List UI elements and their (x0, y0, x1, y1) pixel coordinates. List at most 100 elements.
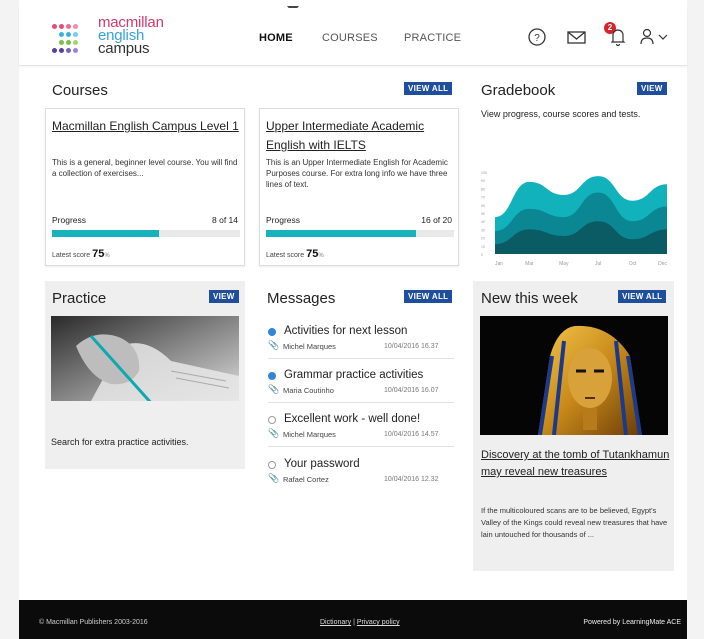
progress-bar (52, 230, 240, 237)
divider (268, 446, 454, 447)
gradebook-view-button[interactable]: VIEW (637, 82, 667, 95)
y-tick-label: 90 (481, 179, 485, 183)
y-tick-label: 40 (481, 220, 485, 224)
x-tick-label: Oct (629, 261, 637, 267)
news-headline[interactable]: Discovery at the tomb of Tutankhamun may… (481, 447, 671, 481)
practice-title: Practice (52, 290, 107, 307)
y-tick-label: 50 (481, 212, 485, 216)
read-circle-icon (268, 461, 276, 469)
chevron-down-icon[interactable] (655, 26, 677, 48)
x-tick-label: Jul (595, 261, 601, 267)
bell-icon[interactable] (607, 26, 629, 48)
practice-description: Search for extra practice activities. (51, 437, 189, 447)
message-sender: Rafael Cortez (283, 475, 329, 484)
svg-text:?: ? (534, 33, 540, 44)
privacy-policy-link[interactable]: Privacy policy (357, 619, 400, 626)
message-subject[interactable]: Excellent work - well done! (284, 413, 420, 425)
header: macmillan english campus HOME COURSES PR… (19, 8, 687, 66)
y-tick-label: 0 (481, 253, 483, 257)
y-tick-label: 70 (481, 196, 485, 200)
practice-card: Practice VIEW Search for extra practice … (45, 281, 245, 469)
message-sender: Maria Coutinho (283, 386, 334, 395)
nav-home[interactable]: HOME (259, 32, 293, 44)
message-sender: Michel Marques (283, 430, 336, 439)
latest-score: Latest score 75% (52, 248, 110, 260)
unread-dot-icon (268, 372, 276, 380)
courses-view-all-button[interactable]: VIEW ALL (404, 82, 453, 95)
footer: © Macmillan Publishers 2003-2016 Diction… (19, 600, 687, 639)
progress-fill (266, 230, 417, 237)
message-date: 10/04/2016 16.37 (384, 343, 439, 350)
help-icon[interactable]: ? (526, 26, 548, 48)
logo-dots-icon (52, 20, 94, 56)
logo[interactable]: macmillan english campus (52, 15, 172, 60)
latest-score-label: Latest score (266, 252, 305, 259)
unread-dot-icon (268, 328, 276, 336)
divider (268, 402, 454, 403)
dictionary-link[interactable]: Dictionary (320, 619, 351, 626)
nav-practice[interactable]: PRACTICE (404, 32, 461, 44)
latest-score-value: 75 (306, 248, 319, 260)
message-date: 10/04/2016 16.07 (384, 387, 439, 394)
gradebook-title: Gradebook (481, 82, 556, 99)
progress-count: 8 of 14 (212, 215, 238, 225)
news-image (480, 316, 668, 435)
messages-title: Messages (267, 290, 336, 307)
y-tick-label: 80 (481, 187, 485, 191)
y-tick-label: 10 (481, 245, 485, 249)
news-view-all-button[interactable]: VIEW ALL (618, 290, 667, 303)
messages-view-all-button[interactable]: VIEW ALL (404, 290, 453, 303)
course-card[interactable]: Upper Intermediate Academic English with… (259, 108, 459, 266)
news-body: If the multicoloured scans are to be bel… (481, 506, 668, 539)
progress-label: Progress (266, 215, 301, 225)
divider (268, 358, 454, 359)
latest-score-label: Latest score (52, 252, 91, 259)
course-title[interactable]: Upper Intermediate Academic English with… (266, 117, 456, 155)
message-subject[interactable]: Grammar practice activities (284, 369, 423, 381)
progress-label: Progress (52, 215, 87, 225)
course-description: This is an Upper Intermediate English fo… (266, 158, 448, 189)
course-card[interactable]: Macmillan English Campus Level 1 This is… (45, 108, 245, 266)
message-date: 10/04/2016 14.57 (384, 431, 439, 438)
practice-image (51, 316, 239, 401)
y-tick-label: 20 (481, 237, 485, 241)
paperclip-icon: 📎 (268, 340, 280, 350)
gradebook-chart: 1009080706050403020100Jan Mar May Jul Oct Dec (481, 171, 667, 267)
latest-score-unit: % (318, 253, 324, 259)
latest-score: Latest score 75% (266, 248, 324, 260)
x-tick-label: Jan (495, 261, 503, 267)
nav-courses[interactable]: COURSES (322, 32, 378, 44)
practice-view-button[interactable]: VIEW (209, 290, 239, 303)
courses-title: Courses (52, 82, 108, 99)
latest-score-value: 75 (92, 248, 105, 260)
logo-text: macmillan english campus (98, 15, 164, 57)
y-tick-label: 30 (481, 228, 485, 232)
x-tick-label: May (559, 261, 569, 267)
footer-links: Dictionary | Privacy policy (320, 619, 400, 626)
course-description: This is a general, beginner level course… (52, 158, 238, 178)
page: macmillan english campus HOME COURSES PR… (19, 0, 687, 639)
logo-line3: campus (98, 40, 150, 57)
x-tick-label: Mar (525, 261, 534, 267)
paperclip-icon: 📎 (268, 428, 280, 438)
x-tick-label: Dec (658, 261, 667, 267)
news-title: New this week (481, 290, 578, 307)
progress-count: 16 of 20 (421, 215, 452, 225)
read-circle-icon (268, 416, 276, 424)
progress-bar (266, 230, 454, 237)
mail-icon[interactable] (566, 26, 588, 48)
copyright: © Macmillan Publishers 2003-2016 (39, 619, 148, 626)
message-date: 10/04/2016 12.32 (384, 476, 439, 483)
y-tick-label: 100 (481, 171, 487, 175)
news-card: New this week VIEW ALL Discovery at the … (473, 281, 674, 571)
message-subject[interactable]: Your password (284, 458, 360, 470)
y-tick-label: 60 (481, 204, 485, 208)
paperclip-icon: 📎 (268, 473, 280, 483)
message-subject[interactable]: Activities for next lesson (284, 325, 407, 337)
progress-fill (52, 230, 160, 237)
paperclip-icon: 📎 (268, 384, 280, 394)
powered-by: Powered by LearningMate ACE (583, 619, 681, 626)
course-title[interactable]: Macmillan English Campus Level 1 (52, 117, 242, 136)
message-sender: Michel Marques (283, 342, 336, 351)
gradebook-description: View progress, course scores and tests. (481, 109, 641, 119)
